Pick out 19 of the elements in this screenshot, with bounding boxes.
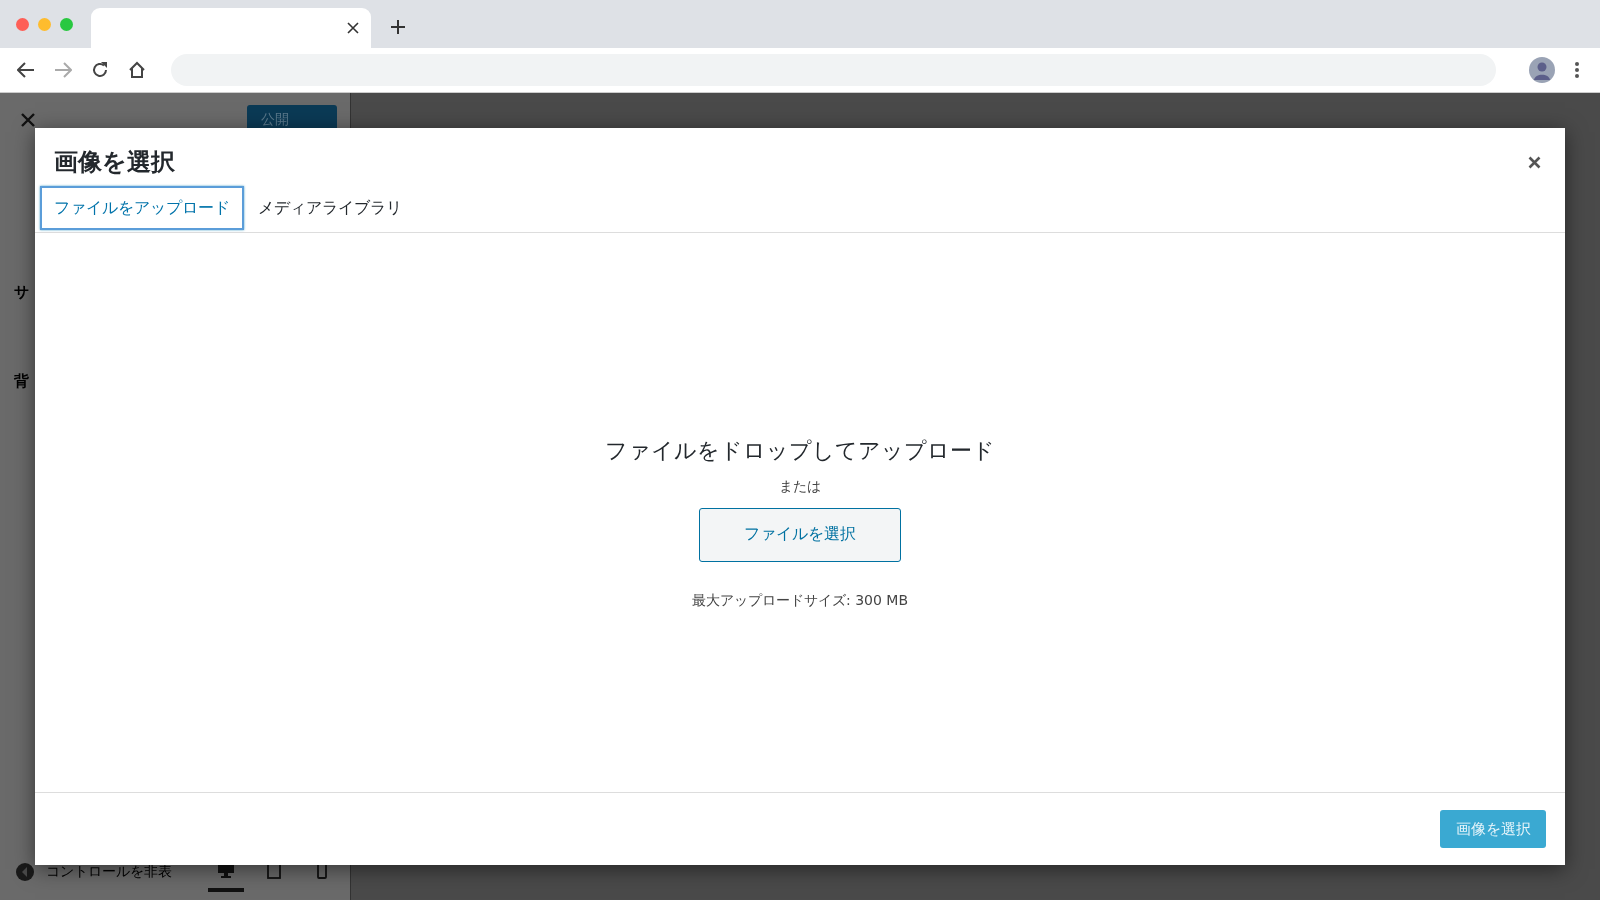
home-icon[interactable] — [128, 61, 146, 79]
hide-controls-link[interactable]: コントロールを非表 — [46, 863, 196, 881]
menu-icon[interactable] — [1574, 61, 1580, 79]
section-label: 背 — [14, 372, 30, 391]
or-text: または — [779, 477, 821, 496]
max-upload-size: 最大アップロードサイズ: 300 MB — [692, 591, 908, 610]
modal-tab[interactable]: ファイルをアップロード — [40, 186, 244, 230]
close-icon[interactable] — [347, 22, 359, 34]
back-icon[interactable] — [17, 62, 35, 78]
collapse-icon[interactable] — [16, 863, 34, 881]
select-file-button[interactable]: ファイルを選択 — [699, 507, 901, 562]
drop-instructions: ファイルをドロップしてアップロード — [605, 436, 995, 465]
modal-tab[interactable]: メディアライブラリ — [244, 186, 416, 230]
avatar-icon[interactable] — [1529, 57, 1555, 83]
modal-title: 画像を選択 — [54, 147, 175, 178]
reload-icon[interactable] — [91, 61, 109, 79]
section-label: サ — [14, 283, 30, 302]
new-tab-icon[interactable] — [391, 20, 405, 34]
close-icon[interactable] — [1528, 155, 1541, 169]
